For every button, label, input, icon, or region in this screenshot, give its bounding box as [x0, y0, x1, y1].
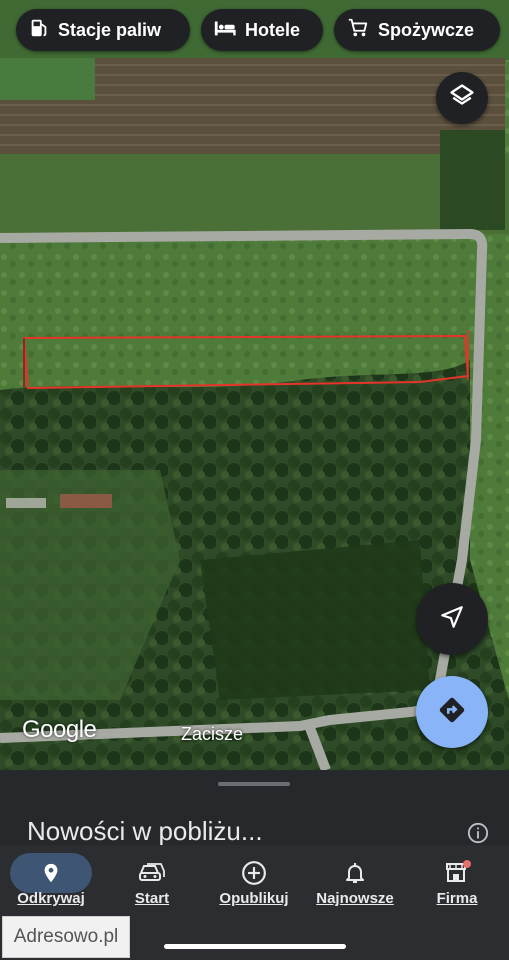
nav-label: Odkrywaj [17, 890, 85, 907]
navigation-arrow-icon [439, 604, 465, 635]
nav-label: Najnowsze [316, 890, 394, 907]
chip-label: Stacje paliw [58, 19, 162, 40]
add-circle-icon [213, 853, 295, 893]
nav-label: Opublikuj [219, 890, 289, 907]
nav-item-opublikuj[interactable]: Opublikuj [204, 845, 304, 915]
chip-hotels[interactable]: Hotele [201, 9, 323, 51]
shopping-cart-icon [346, 17, 370, 44]
home-indicator[interactable] [164, 944, 346, 949]
chip-label: Hotele [245, 19, 301, 40]
location-pin-icon [10, 853, 92, 893]
map-view[interactable]: Stacje paliw Hotele Spożywcze Google Zac… [0, 0, 509, 770]
chip-gas-stations[interactable]: Stacje paliw [16, 9, 190, 51]
sheet-drag-handle[interactable] [218, 782, 290, 786]
street-label: Zacisze [181, 724, 244, 744]
layers-button[interactable] [436, 72, 488, 124]
google-attribution: Google [22, 716, 97, 743]
chip-groceries[interactable]: Spożywcze [334, 9, 500, 51]
storefront-icon [416, 853, 498, 893]
bottom-sheet[interactable]: Nowości w pobliżu... [0, 770, 509, 845]
gas-station-icon [28, 17, 50, 44]
directions-button[interactable] [416, 676, 488, 748]
directions-icon [437, 695, 467, 730]
car-icon [111, 853, 193, 893]
nav-item-firma[interactable]: Firma [407, 845, 507, 915]
nav-label: Start [134, 890, 170, 907]
nav-item-start[interactable]: Start [102, 845, 202, 915]
watermark: Adresowo.pl [2, 916, 130, 958]
layers-icon [448, 82, 476, 115]
satellite-imagery [0, 0, 509, 770]
bed-icon [213, 17, 237, 44]
bell-icon [314, 853, 396, 893]
my-location-button[interactable] [416, 583, 488, 655]
nav-label: Firma [436, 890, 478, 907]
nav-item-najnowsze[interactable]: Najnowsze [305, 845, 405, 915]
chip-label: Spożywcze [378, 19, 475, 40]
info-icon[interactable] [467, 822, 489, 845]
sheet-title: Nowości w pobliżu... [27, 816, 263, 845]
nav-item-odkrywaj[interactable]: Odkrywaj [1, 845, 101, 915]
